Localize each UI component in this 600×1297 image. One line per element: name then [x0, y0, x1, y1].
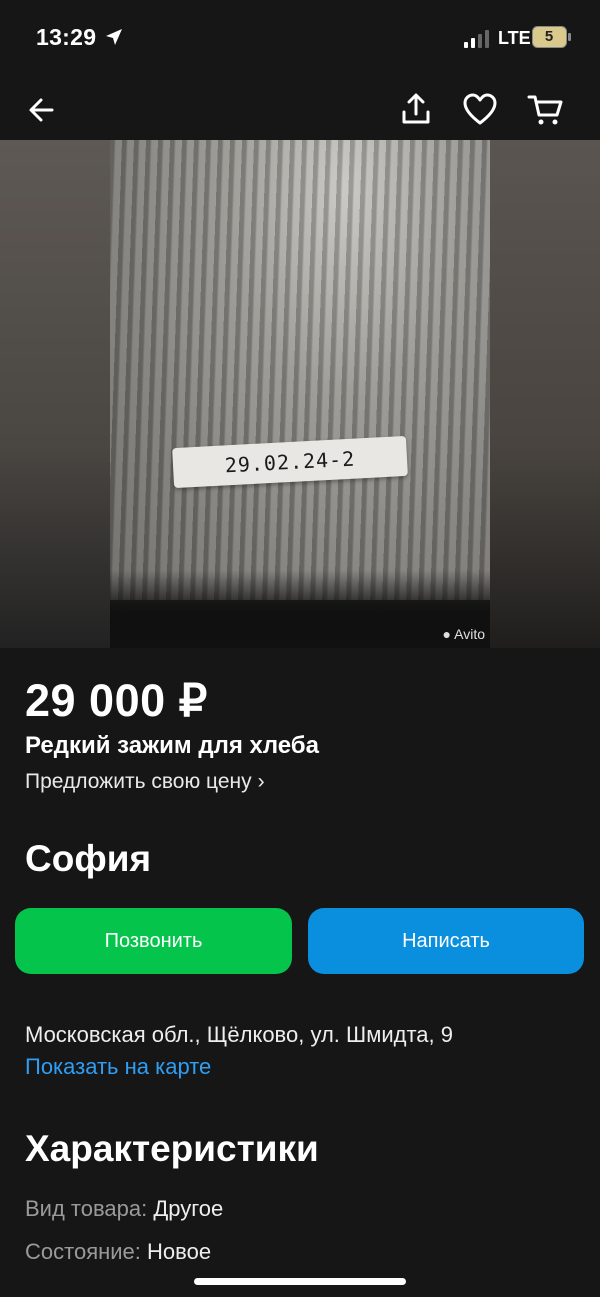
address-text: Московская обл., Щёлково, ул. Шмидта, 9 — [25, 1022, 453, 1047]
avito-watermark-text: Avito — [454, 626, 485, 642]
spec-value: Другое — [153, 1196, 224, 1221]
spec-row: Состояние: Новое — [25, 1239, 211, 1265]
status-bar: 13:29 LTE 5 — [0, 0, 600, 78]
arrow-left-icon[interactable] — [22, 90, 62, 130]
spec-key: Вид товара: — [25, 1196, 148, 1221]
location-arrow-icon — [106, 29, 122, 45]
listing-title: Редкий зажим для хлеба — [25, 732, 319, 759]
spec-value: Новое — [147, 1239, 212, 1264]
status-time: 13:29 — [36, 24, 97, 50]
heart-icon[interactable] — [460, 90, 500, 130]
call-button[interactable]: Позвонить — [15, 908, 292, 974]
photo-background-right — [490, 140, 600, 648]
battery-level: 5 — [544, 28, 554, 45]
home-indicator[interactable] — [194, 1278, 406, 1285]
network-type: LTE — [498, 28, 531, 48]
signal-icon — [464, 30, 489, 48]
show-on-map-link[interactable]: Показать на карте — [25, 1054, 211, 1080]
listing-photo[interactable]: 29.02.24-2 ● Avito — [0, 140, 600, 648]
photo-ribbed-surface — [110, 140, 490, 600]
seller-name[interactable]: София — [25, 838, 151, 880]
photo-background-left — [0, 140, 110, 648]
offer-price-link[interactable]: Предложить свою цену › — [25, 770, 265, 794]
avito-logo-icon: ● — [442, 626, 451, 642]
characteristics-title: Характеристики — [25, 1128, 319, 1169]
avito-watermark: ● Avito — [443, 626, 485, 642]
top-navbar — [0, 78, 600, 140]
listing-price: 29 000 ₽ — [25, 675, 208, 726]
share-icon[interactable] — [396, 90, 436, 130]
photo-shadow — [110, 570, 490, 648]
write-button[interactable]: Написать — [308, 908, 584, 974]
spec-row: Вид товара: Другое — [25, 1196, 223, 1222]
spec-key: Состояние: — [25, 1239, 141, 1264]
chevron-right-icon: › — [257, 770, 265, 793]
offer-price-label: Предложить свою цену — [25, 770, 252, 793]
cart-icon[interactable] — [526, 90, 566, 130]
